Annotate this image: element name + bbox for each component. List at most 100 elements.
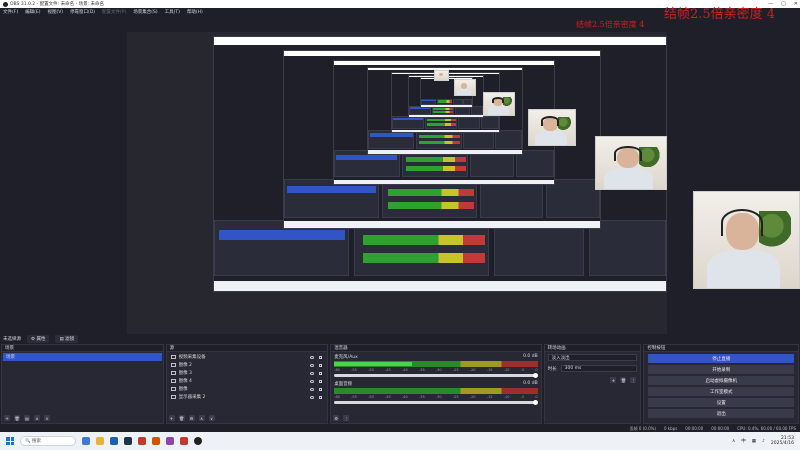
volume-slider[interactable] [334,400,538,405]
move-scene-down-button[interactable]: ∨ [44,415,50,421]
taskbar-search[interactable]: 🔍 搜索 [20,436,76,446]
remove-scene-button[interactable]: 🗑 [14,415,20,421]
meter-tick-label: -45 [385,395,391,399]
close-icon[interactable]: ✕ [794,1,798,7]
visibility-icon[interactable] [310,379,315,383]
remove-transition-button[interactable]: 🗑 [620,377,627,383]
task-view-icon[interactable] [82,437,90,445]
filters-button[interactable]: ▤ 滤镜 [55,334,79,343]
remove-source-button[interactable]: 🗑 [178,415,185,421]
menu-tools[interactable]: 工具(T) [165,9,180,15]
menu-edit[interactable]: 编辑(E) [25,9,40,15]
os-taskbar: 🔍 搜索 ∧ 中 ▦ ♪ 21:53 2025/4/16 [0,432,800,450]
tray-chevron-icon[interactable]: ∧ [732,439,735,444]
lock-icon[interactable] [319,371,323,375]
scene-item[interactable]: 场景 [3,353,162,361]
visibility-icon[interactable] [310,355,315,359]
scene-filters-button[interactable]: ▤ [24,415,30,421]
clock[interactable]: 21:53 2025/4/16 [771,436,794,446]
start-recording-button[interactable]: 开始录制 [648,365,795,374]
meter-tick-label: 0 [535,368,538,372]
meter-tick-label: -40 [402,368,408,372]
source-item[interactable]: 视频采集设备 [168,353,327,361]
meter-tick-label: -25 [452,368,459,372]
dropped-frames: 丢帧 0 (0.0%) [629,425,656,431]
steam-icon[interactable] [124,437,132,445]
add-source-button[interactable]: + [168,415,175,421]
visibility-icon[interactable] [310,363,315,367]
lock-icon[interactable] [319,355,323,359]
transition-select[interactable]: 淡入淡出 [547,354,638,361]
menu-docks[interactable]: 停靠窗口(D) [70,9,95,15]
selected-source-label: 未选择源 [3,336,21,342]
lock-icon[interactable] [319,387,323,391]
volume-icon[interactable]: ♪ [762,439,765,444]
meter-tick-label: -5 [520,395,525,399]
add-transition-button[interactable]: + [610,377,617,383]
duration-input[interactable]: 300 ms [560,365,638,372]
move-scene-up-button[interactable]: ∧ [34,415,40,421]
system-tray: ∧ 中 ▦ ♪ 21:53 2025/4/16 [732,432,794,450]
edge-browser-icon[interactable] [110,437,118,445]
source-item[interactable]: 图像 3 [168,369,327,377]
mixer-channel: 桌面音频 0.0 dB -60 -55 -50 -45 -40 -35 -30 -25 -20 -1… [331,379,540,406]
lock-icon[interactable] [319,395,323,399]
preview-area[interactable]: 结帧2.5倍亲密度 4 结帧2.5倍亲密度 4 [0,7,800,337]
app-icon[interactable] [166,437,174,445]
settings-button[interactable]: 设置 [648,398,795,407]
webcam-image [454,79,476,96]
maximize-icon[interactable]: ▢ [781,1,786,7]
app-icon[interactable] [180,437,188,445]
menu-view[interactable]: 视图(V) [47,9,63,15]
visibility-icon[interactable] [310,371,315,375]
windows-start-icon[interactable] [6,437,14,445]
lock-icon[interactable] [319,379,323,383]
source-item[interactable]: 图像 4 [168,377,327,385]
menu-help[interactable]: 帮助(H) [187,9,203,15]
move-source-up-button[interactable]: ∧ [198,415,205,421]
mixer-dock-title: 混音器 [331,345,541,352]
slider-handle[interactable] [532,400,538,405]
volume-meter [334,361,538,367]
status-bar: 丢帧 0 (0.0%) 0 kbps 00:00:00 00:00:00 CPU… [0,425,800,432]
visibility-icon[interactable] [310,395,315,399]
studio-mode-button[interactable]: 工作室模式 [648,387,795,396]
game-launcher-icon[interactable] [138,437,146,445]
file-explorer-icon[interactable] [96,437,104,445]
meter-tick-label: -30 [435,395,442,399]
source-item[interactable]: 图像 2 [168,361,327,369]
visibility-icon[interactable] [310,387,315,391]
menu-profile[interactable]: 配置文件(P) [102,9,126,15]
source-item[interactable]: 图像 [168,385,327,393]
overlay-text-small: 结帧2.5倍亲密度 4 [576,20,645,29]
obs-taskbar-icon[interactable] [194,437,202,445]
scenes-dock-title: 场景 [2,345,163,352]
image-icon [170,363,176,367]
mixer-menu-button[interactable]: ⋮ [343,415,350,421]
menu-file[interactable]: 文件(F) [3,9,18,15]
menu-scene-collection[interactable]: 场景集合(S) [133,9,157,15]
stop-streaming-button[interactable]: 停止直播 [648,354,795,363]
meter-tick-label: -55 [351,395,357,399]
start-virtual-camera-button[interactable]: 启动虚拟摄像机 [648,376,795,385]
source-item[interactable]: 显示器采集 2 [168,393,327,401]
app-icon[interactable] [152,437,160,445]
transition-menu-button[interactable]: ⋮ [630,377,637,383]
exit-button[interactable]: 退出 [648,409,795,418]
add-scene-button[interactable]: + [4,415,10,421]
slider-handle[interactable] [532,373,538,378]
image-icon [170,387,176,391]
input-language[interactable]: 中 [741,438,746,444]
network-icon[interactable]: ▦ [752,439,756,444]
live-time: 00:00:00 [685,426,704,431]
move-source-down-button[interactable]: ∨ [208,415,215,421]
properties-button[interactable]: ⚙ 属性 [27,334,50,343]
volume-slider[interactable] [334,373,538,378]
channel-db: 0.0 dB [523,381,538,386]
meter-tick-label: -20 [469,395,476,399]
mixer-settings-button[interactable]: ⚙ [333,415,340,421]
source-properties-button[interactable]: ⚙ [188,415,195,421]
preview-canvas[interactable] [127,32,667,337]
sources-dock: 源 视频采集设备 图像 2 图像 3 图像 4 图像 显示器采集 2 + 🗑 ⚙… [165,344,329,424]
lock-icon[interactable] [319,363,323,367]
